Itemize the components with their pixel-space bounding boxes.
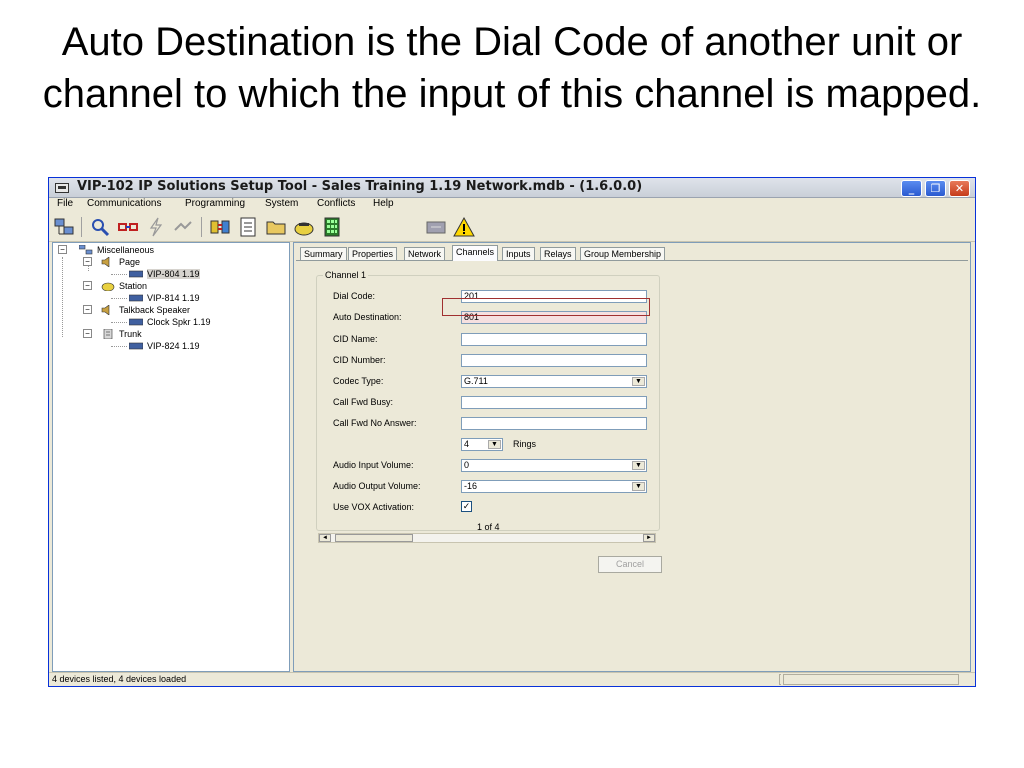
codec-type-label: Codec Type: (333, 376, 384, 386)
tab-summary[interactable]: Summary (300, 247, 347, 260)
speaker-icon (101, 305, 110, 315)
tab-properties[interactable]: Properties (348, 247, 398, 260)
menu-communications[interactable]: Communications (87, 198, 161, 209)
cid-name-label: CID Name: (333, 334, 378, 344)
tab-network[interactable]: Network (404, 247, 446, 260)
call-fwd-no-answer-label: Call Fwd No Answer: (333, 418, 417, 428)
use-vox-checkbox[interactable]: ✓ (461, 501, 472, 512)
app-window-icon (55, 183, 69, 193)
tree-item-station[interactable]: Station (119, 281, 147, 292)
tab-group-membership[interactable]: Group Membership (580, 247, 666, 260)
tree-item-trunk[interactable]: Trunk (119, 329, 142, 340)
scroll-right-icon[interactable]: ► (643, 534, 655, 542)
rings-label: Rings (513, 439, 537, 449)
network-icon (79, 245, 93, 255)
keypad-icon[interactable] (321, 216, 343, 238)
menu-bar: File Communications Programming System C… (49, 198, 975, 212)
menu-system[interactable]: System (265, 198, 298, 209)
connect-icon[interactable] (117, 216, 139, 238)
restore-button[interactable]: ❐ (925, 180, 946, 197)
search-icon[interactable] (89, 216, 111, 238)
highlight-box (442, 298, 650, 316)
audio-input-volume-select[interactable]: 0 ▼ (461, 459, 647, 472)
document-icon[interactable] (237, 216, 259, 238)
status-bar: 4 devices listed, 4 devices loaded (49, 672, 975, 686)
audio-output-volume-label: Audio Output Volume: (333, 481, 421, 491)
tree-item-talkback-speaker[interactable]: Talkback Speaker (119, 305, 190, 316)
call-fwd-busy-input[interactable] (461, 396, 647, 409)
call-fwd-no-answer-input[interactable] (461, 417, 647, 430)
audio-output-volume-select[interactable]: -16 ▼ (461, 480, 647, 493)
expand-toggle-miscellaneous[interactable]: − (58, 245, 67, 254)
scroll-left-icon[interactable]: ◄ (319, 534, 331, 542)
menu-file[interactable]: File (57, 198, 73, 209)
device-icon[interactable] (425, 216, 447, 238)
cancel-button[interactable]: Cancel (598, 556, 662, 573)
call-fwd-busy-label: Call Fwd Busy: (333, 397, 394, 407)
chevron-down-icon[interactable]: ▼ (632, 461, 645, 470)
device-icon (129, 318, 143, 326)
chevron-down-icon[interactable]: ▼ (488, 440, 501, 449)
cid-number-input[interactable] (461, 354, 647, 367)
device-icon (129, 270, 143, 278)
menu-programming[interactable]: Programming (185, 198, 245, 209)
channel-scrollbar[interactable]: ◄ ► (318, 533, 656, 543)
minimize-button[interactable]: _ (901, 180, 922, 197)
audio-input-volume-label: Audio Input Volume: (333, 460, 414, 470)
app-window: VIP-102 IP Solutions Setup Tool - Sales … (48, 177, 976, 687)
tree-item-miscellaneous[interactable]: Miscellaneous (97, 245, 154, 256)
trunk-icon (103, 329, 113, 339)
tree-item-vip-804[interactable]: VIP-804 1.19 (147, 269, 200, 280)
channels-tab-body: Channel 1 Dial Code: 201 Auto Destinatio… (296, 260, 968, 668)
tree-item-clock-spkr[interactable]: Clock Spkr 1.19 (147, 317, 211, 328)
phone-icon[interactable] (293, 216, 315, 238)
chevron-down-icon[interactable]: ▼ (632, 377, 645, 386)
auto-destination-label: Auto Destination: (333, 312, 402, 322)
expand-toggle-trunk[interactable]: − (83, 329, 92, 338)
dial-code-label: Dial Code: (333, 291, 376, 301)
tree-item-page[interactable]: Page (119, 257, 140, 268)
sync-icon[interactable] (209, 216, 231, 238)
slide-title: Auto Destination is the Dial Code of ano… (42, 20, 982, 116)
codec-type-select[interactable]: G.711 ▼ (461, 375, 647, 388)
lightning-icon[interactable] (145, 216, 167, 238)
tab-channels[interactable]: Channels (452, 245, 499, 261)
cid-name-input[interactable] (461, 333, 647, 346)
status-text: 4 devices listed, 4 devices loaded (52, 674, 187, 684)
codec-type-value: G.711 (464, 376, 488, 386)
cid-number-label: CID Number: (333, 355, 386, 365)
close-button[interactable]: ✕ (949, 180, 970, 197)
network-icon[interactable] (53, 216, 75, 238)
use-vox-label: Use VOX Activation: (333, 502, 415, 512)
phone-icon (101, 282, 115, 291)
menu-conflicts[interactable]: Conflicts (317, 198, 355, 209)
audio-output-volume-value: -16 (464, 481, 478, 491)
expand-toggle-page[interactable]: − (83, 257, 92, 266)
folder-icon[interactable] (265, 216, 287, 238)
expand-toggle-station[interactable]: − (83, 281, 92, 290)
device-icon (129, 342, 143, 350)
rings-select[interactable]: 4 ▼ (461, 438, 503, 451)
tab-inputs[interactable]: Inputs (502, 247, 535, 260)
speaker-icon (101, 257, 110, 267)
channel-group-title: Channel 1 (323, 270, 369, 280)
tab-relays[interactable]: Relays (540, 247, 576, 260)
device-tree[interactable]: − Miscellaneous − Page VIP-804 1.19 − St… (52, 242, 290, 672)
audio-input-volume-value: 0 (464, 460, 470, 470)
transfer-icon[interactable] (173, 216, 195, 238)
menu-help[interactable]: Help (373, 198, 394, 209)
window-title: VIP-102 IP Solutions Setup Tool - Sales … (77, 179, 643, 194)
chevron-down-icon[interactable]: ▼ (632, 482, 645, 491)
title-bar[interactable]: VIP-102 IP Solutions Setup Tool - Sales … (49, 178, 975, 198)
channel-pager: 1 of 4 (477, 522, 500, 532)
tree-item-vip-814[interactable]: VIP-814 1.19 (147, 293, 200, 304)
scroll-thumb[interactable] (335, 534, 413, 542)
device-icon (129, 294, 143, 302)
expand-toggle-talkback[interactable]: − (83, 305, 92, 314)
toolbar (49, 212, 975, 242)
rings-value: 4 (464, 439, 470, 449)
warning-icon[interactable] (453, 216, 475, 238)
tree-item-vip-824[interactable]: VIP-824 1.19 (147, 341, 200, 352)
